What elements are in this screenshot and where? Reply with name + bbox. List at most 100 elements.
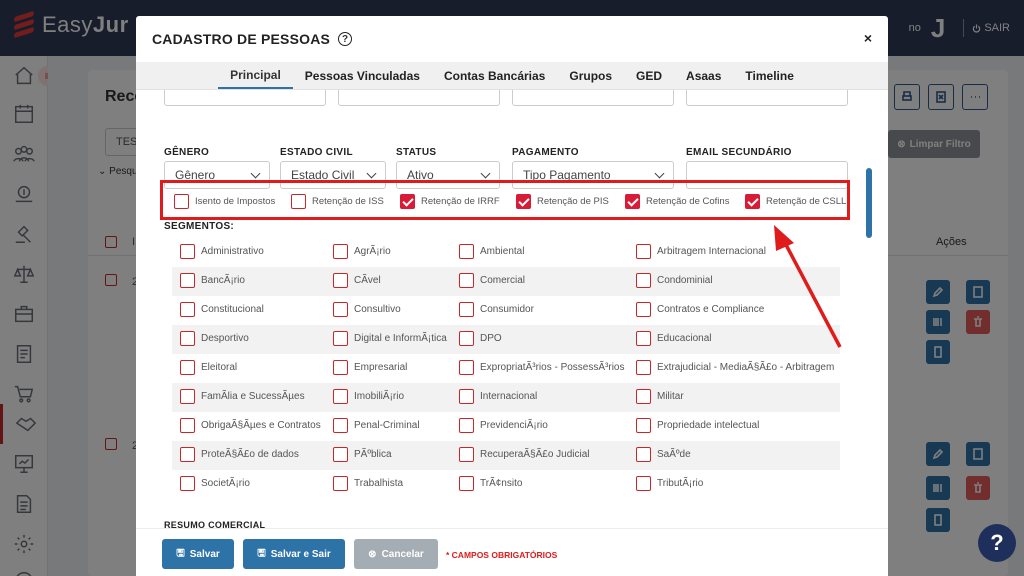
save-exit-button[interactable]: 🖫 Salvar e Sair [243,539,345,569]
tab-principal[interactable]: Principal [218,62,293,89]
retencao-checkbox[interactable] [174,194,189,209]
segmento-checkbox[interactable] [180,244,195,259]
retencao-checkbox[interactable] [625,194,640,209]
segmento-option[interactable]: Consumidor [459,302,534,317]
segmento-checkbox[interactable] [180,389,195,404]
segmento-option[interactable]: Administrativo [180,244,264,259]
text-field[interactable] [512,90,674,106]
segmento-option[interactable]: Comercial [459,273,525,288]
segmento-checkbox[interactable] [333,331,348,346]
segmento-checkbox[interactable] [180,476,195,491]
segmento-option[interactable]: Condominial [636,273,713,288]
segmento-checkbox[interactable] [333,389,348,404]
segmento-checkbox[interactable] [180,360,195,375]
segmento-option[interactable]: CÃvel [333,273,381,288]
text-field[interactable] [164,90,326,106]
segmento-checkbox[interactable] [636,418,651,433]
segmento-option[interactable]: PÃºblica [333,447,392,462]
segmento-checkbox[interactable] [459,418,474,433]
segmento-checkbox[interactable] [333,244,348,259]
tab-timeline[interactable]: Timeline [733,62,805,89]
retencao-option[interactable]: Retenção de ISS [291,194,384,209]
segmento-option[interactable]: Arbitragem Internacional [636,244,766,259]
segmento-option[interactable]: Propriedade intelectual [636,418,759,433]
segmento-option[interactable]: AgrÃ¡rio [333,244,391,259]
segmento-option[interactable]: Educacional [636,331,711,346]
segmento-checkbox[interactable] [180,447,195,462]
segmento-checkbox[interactable] [459,360,474,375]
segmento-checkbox[interactable] [333,447,348,462]
segmento-option[interactable]: ProteÃ§Ã£o de dados [180,447,299,462]
segmento-option[interactable]: ExpropriatÃ³rios - PossessÃ³rios [459,360,624,375]
segmento-option[interactable]: Desportivo [180,331,249,346]
tab-contas-banc-rias[interactable]: Contas Bancárias [432,62,557,89]
segmento-option[interactable]: DPO [459,331,502,346]
segmento-checkbox[interactable] [333,476,348,491]
segmento-option[interactable]: Ambiental [459,244,524,259]
segmento-checkbox[interactable] [459,244,474,259]
segmento-option[interactable]: Empresarial [333,360,407,375]
help-fab-button[interactable]: ? [978,524,1016,562]
segmento-checkbox[interactable] [636,389,651,404]
segmento-checkbox[interactable] [333,418,348,433]
help-icon[interactable]: ? [338,32,353,46]
retencao-checkbox[interactable] [516,194,531,209]
segmento-option[interactable]: Eleitoral [180,360,237,375]
tab-pessoas-vinculadas[interactable]: Pessoas Vinculadas [293,62,432,89]
save-button[interactable]: 🖫 Salvar [162,539,234,569]
retencao-option[interactable]: Retenção de IRRF [400,194,500,209]
segmento-option[interactable]: SaÃºde [636,447,691,462]
retencao-option[interactable]: Retenção de CSLL [745,194,846,209]
retencao-option[interactable]: Isento de Impostos [174,194,275,209]
tab-grupos[interactable]: Grupos [557,62,624,89]
segmento-option[interactable]: TributÃ¡rio [636,476,703,491]
segmento-option[interactable]: Trabalhista [333,476,403,491]
segmento-option[interactable]: RecuperaÃ§Ã£o Judicial [459,447,590,462]
segmento-option[interactable]: Militar [636,389,684,404]
segmento-option[interactable]: Contratos e Compliance [636,302,764,317]
segmento-checkbox[interactable] [636,360,651,375]
segmento-checkbox[interactable] [636,476,651,491]
segmento-checkbox[interactable] [636,273,651,288]
segmento-checkbox[interactable] [180,331,195,346]
segmento-option[interactable]: Constitucional [180,302,264,317]
segmento-option[interactable]: PrevidenciÃ¡rio [459,418,548,433]
segmento-option[interactable]: ImobiliÃ¡rio [333,389,404,404]
tab-ged[interactable]: GED [624,62,674,89]
retencao-option[interactable]: Retenção de Cofins [625,194,729,209]
segmento-checkbox[interactable] [180,273,195,288]
cancel-button[interactable]: ⊗ Cancelar [354,539,438,569]
retencao-checkbox[interactable] [291,194,306,209]
segmento-option[interactable]: TrÃ¢nsito [459,476,522,491]
segmento-checkbox[interactable] [459,273,474,288]
segmento-checkbox[interactable] [636,244,651,259]
text-field[interactable] [686,90,848,106]
segmento-option[interactable]: Penal-Criminal [333,418,420,433]
segmento-checkbox[interactable] [636,302,651,317]
segmento-checkbox[interactable] [180,418,195,433]
segmento-option[interactable]: Internacional [459,389,537,404]
segmento-checkbox[interactable] [459,331,474,346]
segmento-option[interactable]: Digital e InformÃ¡tica [333,331,447,346]
segmento-checkbox[interactable] [459,476,474,491]
segmento-option[interactable]: Consultivo [333,302,401,317]
segmento-checkbox[interactable] [459,389,474,404]
segmento-option[interactable]: BancÃ¡rio [180,273,245,288]
segmento-option[interactable]: ObrigaÃ§Ãµes e Contratos [180,418,321,433]
modal-scrollbar[interactable] [866,168,872,238]
tab-asaas[interactable]: Asaas [674,62,733,89]
segmento-checkbox[interactable] [333,273,348,288]
retencao-option[interactable]: Retenção de PIS [516,194,609,209]
text-field[interactable] [338,90,500,106]
segmento-checkbox[interactable] [333,360,348,375]
segmento-checkbox[interactable] [636,331,651,346]
segmento-checkbox[interactable] [459,447,474,462]
segmento-option[interactable]: SocietÃ¡rio [180,476,250,491]
retencao-checkbox[interactable] [400,194,415,209]
segmento-checkbox[interactable] [636,447,651,462]
segmento-checkbox[interactable] [459,302,474,317]
segmento-option[interactable]: FamÃlia e SucessÃµes [180,389,305,404]
segmento-option[interactable]: Extrajudicial - MediaÃ§Ã£o - Arbitragem [636,360,834,375]
segmento-checkbox[interactable] [180,302,195,317]
close-button[interactable]: × [864,30,872,46]
